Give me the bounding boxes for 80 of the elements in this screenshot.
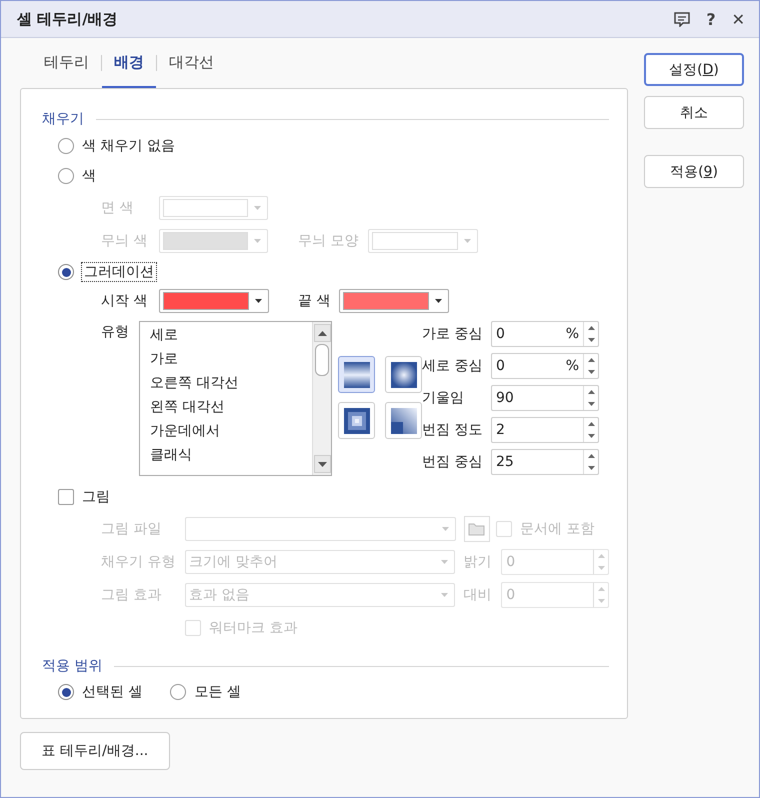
- field-label: 무늬 색: [101, 232, 148, 250]
- radio-label: 색: [82, 167, 96, 185]
- radio-label: 선택된 셀: [82, 683, 142, 701]
- number-field[interactable]: 25: [491, 449, 599, 475]
- field-label: 대비: [463, 586, 492, 604]
- table-border-button[interactable]: 표 테두리/배경...: [20, 732, 170, 770]
- field-label: 그림 파일: [101, 520, 162, 538]
- checkbox-label: 워터마크 효과: [209, 618, 298, 636]
- number-field[interactable]: 0 %: [491, 353, 599, 379]
- radio-label: 색 채우기 없음: [82, 137, 175, 155]
- field-label: 번짐 중심: [422, 453, 484, 471]
- close-button[interactable]: ✕: [732, 10, 745, 28]
- spin-buttons[interactable]: [583, 386, 598, 410]
- color-dropdown[interactable]: [339, 289, 449, 313]
- field-label: 그림 효과: [101, 586, 162, 604]
- spin-buttons[interactable]: [583, 354, 598, 378]
- field-label: 기울임: [422, 389, 465, 407]
- field-label: 면 색: [101, 198, 134, 216]
- field-label: 유형: [101, 323, 130, 342]
- dropdown-arrow-icon: [254, 206, 261, 210]
- field-label: 세로 중심: [422, 357, 484, 375]
- radial-gradient-icon: [390, 362, 416, 388]
- field-label: 밝기: [463, 552, 492, 570]
- list-item[interactable]: 가로: [150, 347, 312, 371]
- dropdown-arrow-icon: [254, 238, 261, 242]
- radio-button[interactable]: [58, 264, 74, 280]
- corner-gradient-icon: [390, 408, 416, 434]
- radio-button[interactable]: [58, 684, 74, 700]
- field-label: 끝 색: [298, 292, 332, 310]
- list-item[interactable]: 오른쪽 대각선: [150, 371, 312, 395]
- list-item[interactable]: 세로: [150, 323, 312, 347]
- dialog-button[interactable]: 취소: [644, 96, 744, 129]
- dropdown-arrow-icon: [441, 592, 448, 596]
- gradient-style-button[interactable]: [338, 402, 375, 439]
- color-dropdown[interactable]: [159, 289, 269, 313]
- vertical-gradient-icon: [344, 362, 370, 388]
- folder-icon[interactable]: [464, 516, 490, 542]
- checkbox-label: 그림: [82, 488, 110, 506]
- spin-buttons[interactable]: [583, 450, 598, 474]
- scroll-up-icon[interactable]: [314, 324, 330, 342]
- radio-button[interactable]: [58, 138, 74, 154]
- dropdown-arrow-icon: [464, 238, 471, 242]
- field-label: 무늬 모양: [298, 232, 360, 250]
- gradient-style-button[interactable]: [385, 402, 422, 439]
- tab[interactable]: 테두리: [32, 38, 101, 88]
- help-button[interactable]: ?: [706, 10, 716, 28]
- field-label: 가로 중심: [422, 325, 484, 343]
- number-field[interactable]: 90: [491, 385, 599, 411]
- number-field[interactable]: 0 %: [491, 321, 599, 347]
- dropdown-arrow-icon: [435, 299, 442, 303]
- field-label: 시작 색: [101, 292, 148, 310]
- list-item[interactable]: 왼쪽 대각선: [150, 395, 312, 419]
- square-gradient-icon: [344, 408, 370, 434]
- list-item[interactable]: 클래식: [150, 443, 312, 467]
- dropdown-arrow-icon: [442, 526, 449, 530]
- field-label: 채우기 유형: [101, 552, 176, 570]
- section-heading: 적용 범위: [42, 657, 102, 675]
- window-title: 셀 테두리/배경: [17, 10, 119, 28]
- radio-label: 모든 셀: [194, 683, 241, 701]
- radio-button[interactable]: [170, 684, 186, 700]
- gradient-style-button[interactable]: [338, 356, 375, 393]
- radio-button[interactable]: [58, 168, 74, 184]
- scrollbar-thumb[interactable]: [315, 344, 329, 376]
- tab[interactable]: 대각선: [157, 38, 226, 88]
- gradient-style-button[interactable]: [385, 356, 422, 393]
- list-item[interactable]: 가운데에서: [150, 419, 312, 443]
- dropdown-arrow-icon: [255, 299, 262, 303]
- comment-icon[interactable]: [674, 12, 690, 26]
- radio-label: 그러데이션: [82, 263, 156, 281]
- dialog-button[interactable]: 설정(D): [644, 53, 744, 86]
- number-field[interactable]: 2: [491, 417, 599, 443]
- section-heading: 채우기: [42, 110, 84, 128]
- spin-buttons[interactable]: [583, 322, 598, 346]
- checkbox-label: 문서에 포함: [520, 520, 594, 538]
- field-label: 번짐 정도: [422, 421, 484, 439]
- spin-buttons[interactable]: [583, 418, 598, 442]
- scrollbar[interactable]: [312, 322, 331, 475]
- dropdown-arrow-icon: [441, 560, 448, 564]
- scroll-down-icon[interactable]: [314, 455, 330, 473]
- dialog-button[interactable]: 적용(9): [644, 155, 744, 188]
